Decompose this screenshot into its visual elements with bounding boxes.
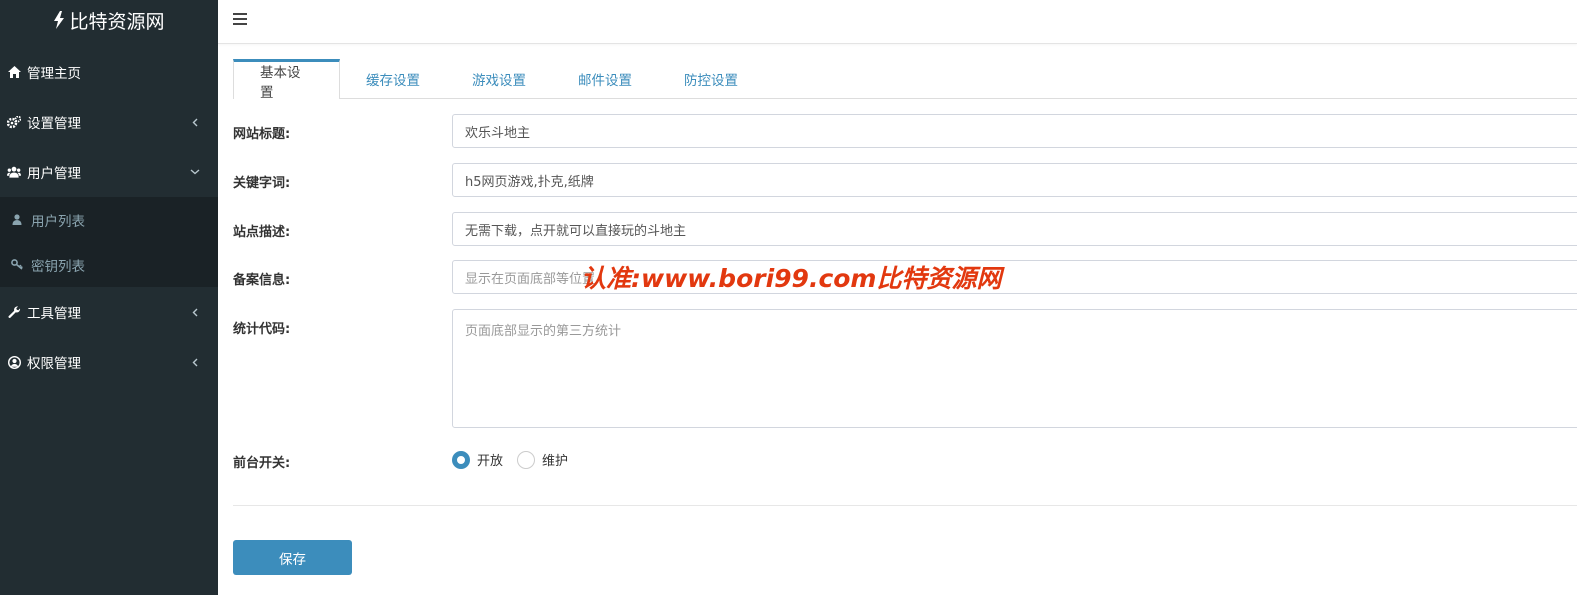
users-submenu: 用户列表 密钥列表 [0, 197, 218, 287]
wrench-icon [7, 305, 21, 319]
description-input[interactable]: 无需下载，点开就可以直接玩的斗地主 [452, 212, 1577, 246]
sidebar-item-users[interactable]: 用户管理 [0, 147, 218, 197]
watermark-text: 认准:www.bori99.com比特资源网 [581, 264, 1002, 293]
user-icon [11, 214, 23, 226]
top-header [218, 0, 1577, 44]
frontend-switch-radio-group: 开放 维护 [452, 450, 582, 469]
gears-icon [7, 115, 21, 129]
user-circle-icon [7, 355, 21, 369]
settings-tabs: 基本设置 缓存设置 游戏设置 邮件设置 防控设置 [233, 59, 1577, 101]
sidebar-subitem-user-list[interactable]: 用户列表 [0, 197, 218, 242]
sidebar-item-label: 用户管理 [27, 166, 81, 182]
sidebar-item-label: 权限管理 [27, 356, 81, 372]
hamburger-menu-icon[interactable] [233, 12, 247, 26]
sidebar: 比特资源网 管理主页 设置管理 用户管理 用户列表 密钥列表 工具管理 权限管理 [0, 0, 218, 595]
brand-name: 比特资源网 [69, 10, 165, 33]
chevron-left-icon [190, 357, 200, 367]
sidebar-item-dashboard[interactable]: 管理主页 [0, 47, 218, 97]
radio-open[interactable] [452, 450, 470, 469]
keywords-input[interactable]: h5网页游戏,扑克,纸牌 [452, 163, 1577, 197]
sidebar-item-settings[interactable]: 设置管理 [0, 97, 218, 147]
save-button[interactable]: 保存 [233, 540, 352, 575]
site-title-input[interactable]: 欢乐斗地主 [452, 114, 1577, 148]
key-icon [11, 259, 23, 271]
sidebar-subitem-label: 用户列表 [31, 213, 85, 230]
description-label: 站点描述: [233, 225, 291, 240]
site-title-label: 网站标题: [233, 127, 291, 142]
radio-maintenance-label[interactable]: 维护 [542, 450, 568, 469]
stats-code-textarea[interactable]: 页面底部显示的第三方统计 [452, 309, 1577, 428]
tab-mail-settings[interactable]: 邮件设置 [552, 59, 658, 99]
frontend-switch-label: 前台开关: [233, 456, 291, 471]
chevron-left-icon [190, 117, 200, 127]
chevron-down-icon [190, 167, 200, 177]
tab-game-settings[interactable]: 游戏设置 [446, 59, 552, 99]
sidebar-item-label: 工具管理 [27, 306, 81, 322]
sidebar-subitem-label: 密钥列表 [31, 258, 85, 275]
sidebar-item-label: 管理主页 [27, 66, 81, 82]
chevron-left-icon [190, 307, 200, 317]
users-icon [7, 165, 21, 179]
home-icon [7, 65, 21, 79]
keywords-label: 关键字词: [233, 176, 291, 191]
brand-logo[interactable]: 比特资源网 [0, 0, 218, 40]
radio-maintenance[interactable] [517, 450, 536, 469]
icp-label: 备案信息: [233, 273, 291, 288]
form-divider [233, 505, 1577, 506]
tab-basic-settings[interactable]: 基本设置 [233, 59, 340, 101]
tab-cache-settings[interactable]: 缓存设置 [340, 59, 446, 99]
sidebar-item-tools[interactable]: 工具管理 [0, 287, 218, 337]
tab-security-settings[interactable]: 防控设置 [658, 59, 764, 99]
sidebar-item-permissions[interactable]: 权限管理 [0, 337, 218, 387]
sidebar-subitem-key-list[interactable]: 密钥列表 [0, 242, 218, 287]
bolt-icon [53, 11, 65, 29]
radio-open-label[interactable]: 开放 [477, 450, 503, 469]
stats-code-label: 统计代码: [233, 322, 291, 337]
sidebar-item-label: 设置管理 [27, 116, 81, 132]
